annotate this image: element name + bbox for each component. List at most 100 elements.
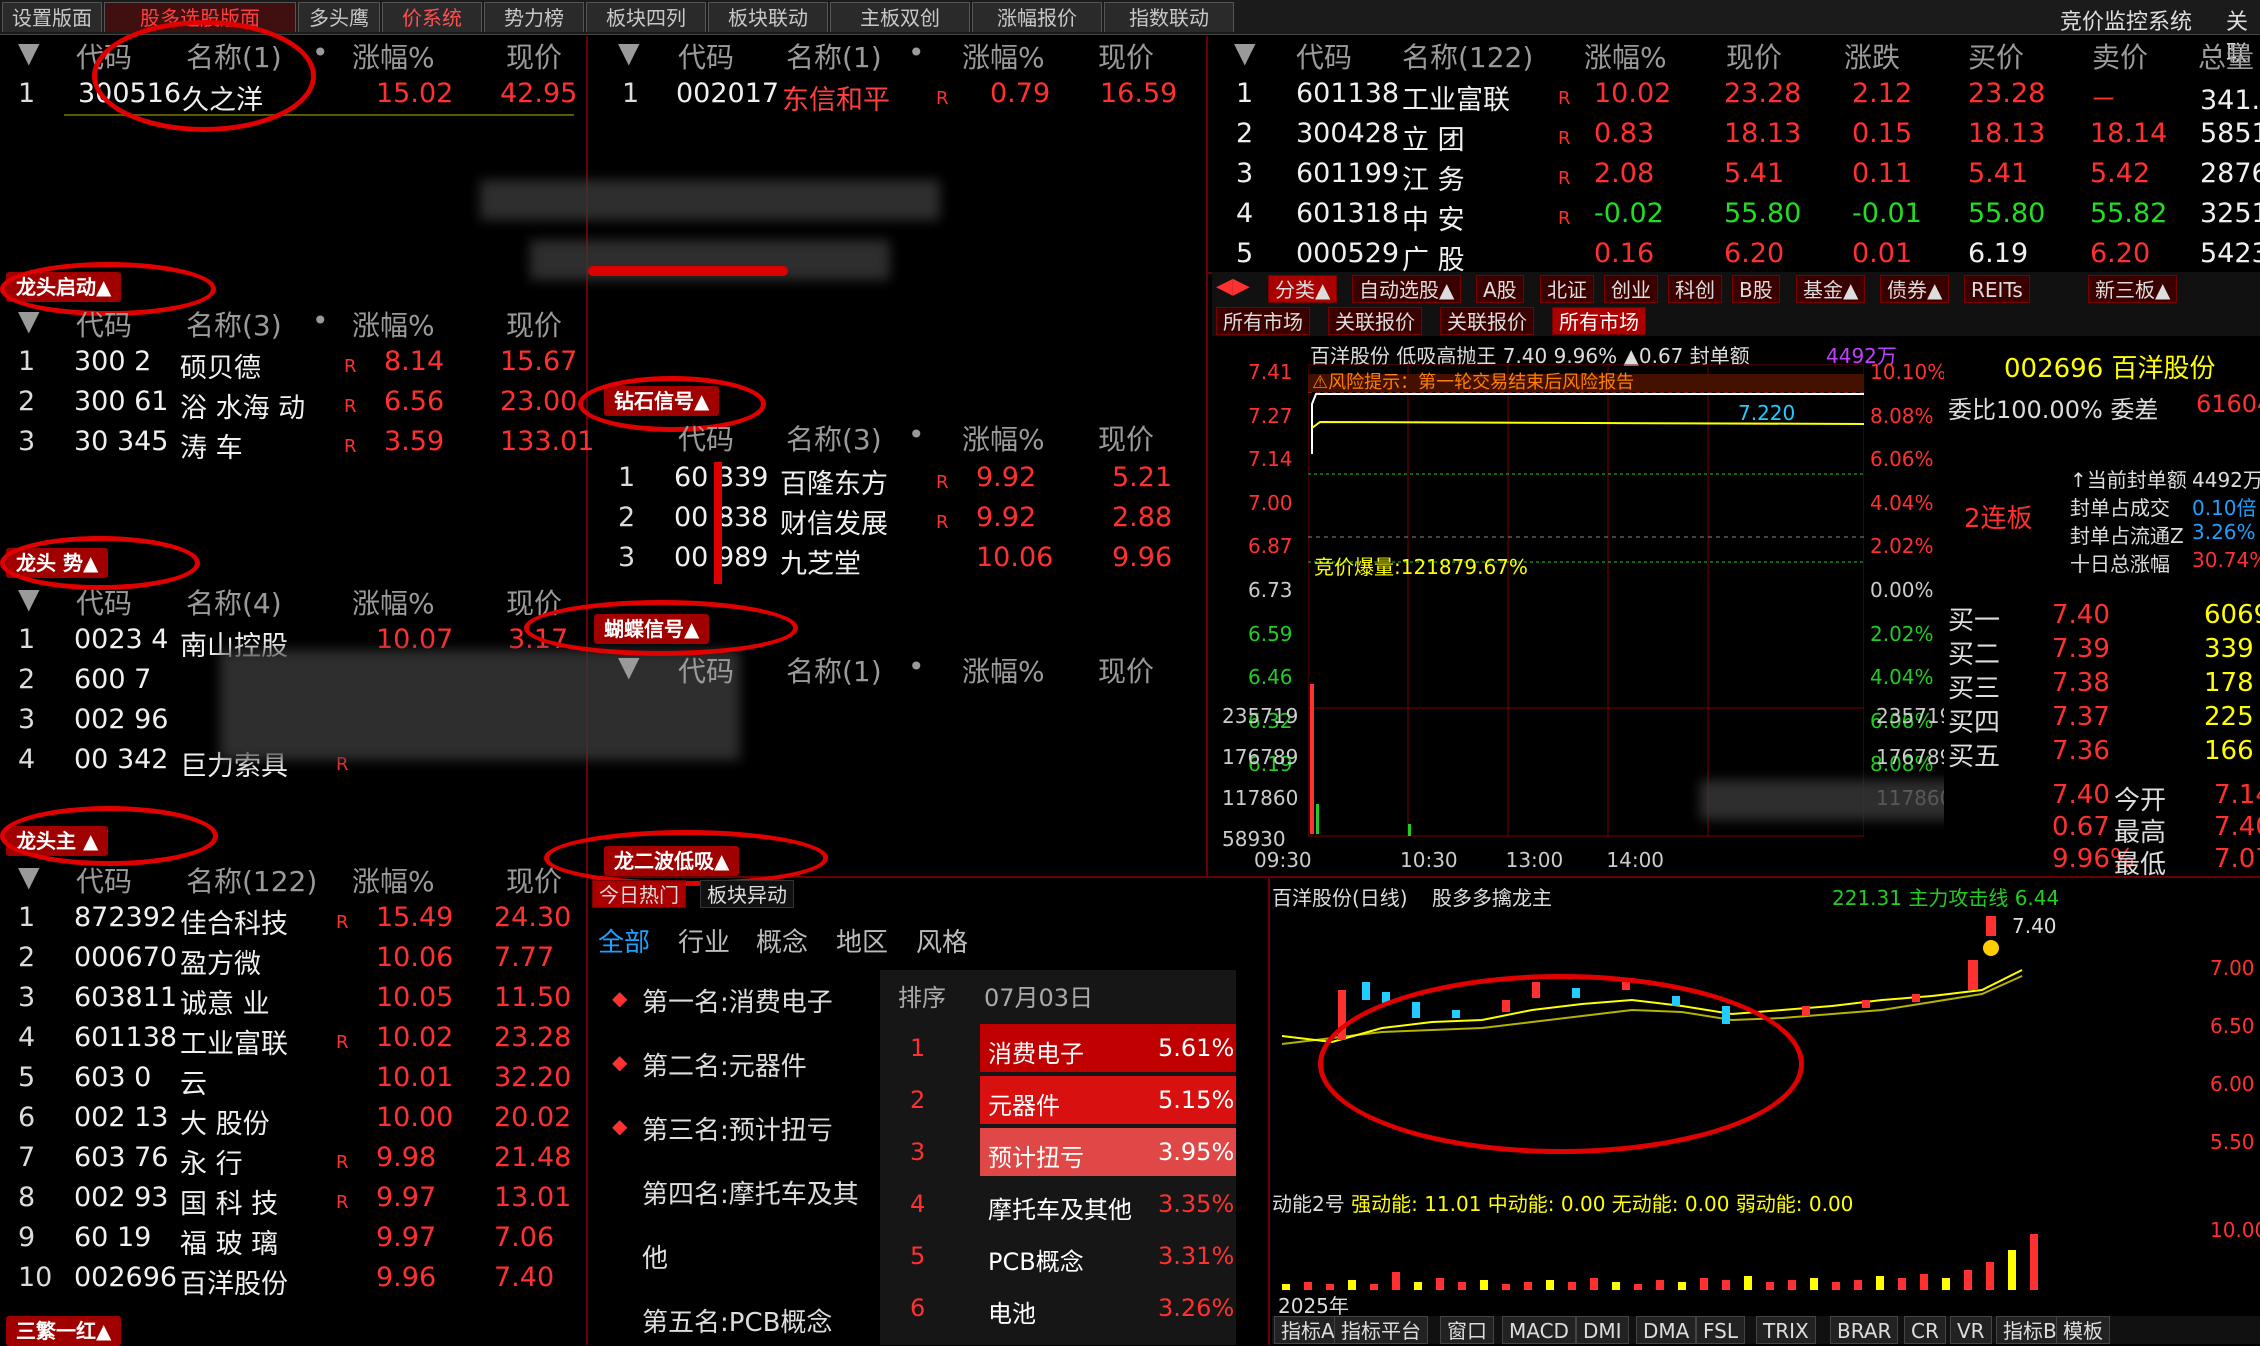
col-chg[interactable]: 涨幅% — [962, 650, 1045, 690]
col-bid[interactable]: 买价 — [1968, 36, 2024, 76]
table-row[interactable]: 1 消费电子 5.61% — [880, 1024, 1236, 1072]
table-row[interactable]: 6 电池 3.26% — [880, 1284, 1236, 1332]
col-ask[interactable]: 卖价 — [2092, 36, 2148, 76]
indicator-tab[interactable]: 指标平台 — [1334, 1316, 1428, 1344]
indicator-tab[interactable]: 窗口 — [1440, 1316, 1494, 1344]
tab-gain-quote[interactable]: 涨幅报价 — [972, 2, 1102, 32]
table-row[interactable]: 2 300428立 团 0.83 18.13 0.15 18.13 18.14 58512 R — [1212, 118, 2260, 156]
col-price[interactable]: 现价 — [506, 304, 562, 344]
col-price[interactable]: 现价 — [1726, 36, 1782, 76]
col-chg[interactable]: 涨幅% — [962, 36, 1045, 76]
col-volume[interactable]: 总量 — [2198, 36, 2254, 76]
indicator-tab[interactable]: FSL — [1696, 1316, 1745, 1344]
col-price[interactable]: 现价 — [1098, 36, 1154, 76]
category-tab[interactable]: 基金▲ — [1796, 275, 1866, 303]
table-row[interactable]: 4 601318中 安 -0.02 55.80 -0.01 55.80 55.82 32510… — [1212, 198, 2260, 236]
tab-sector-link[interactable]: 板块联动 — [708, 2, 828, 32]
category-tab[interactable]: 债券▲ — [1880, 275, 1950, 303]
col-code[interactable]: 代码 — [76, 860, 132, 900]
col-chg[interactable]: 涨幅% — [352, 860, 435, 900]
table-row[interactable]: 1 — [18, 78, 35, 109]
hot-list-item[interactable]: 第一名:消费电子 — [642, 982, 833, 1019]
indicator-tab[interactable]: 指标A — [1274, 1316, 1342, 1344]
table-row[interactable]: 8 002 93 国 科 技 R 9.97 13.01 — [14, 1182, 574, 1220]
table-row[interactable]: 3 603811 诚意 业 10.05 11.50 — [14, 982, 574, 1020]
col-name[interactable]: 名称(3) — [786, 418, 882, 458]
col-price[interactable]: 现价 — [1098, 418, 1154, 458]
table-row[interactable]: 2 000670 盈方微 10.06 7.77 — [14, 942, 574, 980]
col-chg[interactable]: 涨幅% — [352, 304, 435, 344]
filter-all[interactable]: 全部 — [598, 922, 650, 959]
tab-price-system[interactable]: 价系统 — [382, 2, 482, 32]
table-row[interactable]: 4 摩托车及其他 3.35% — [880, 1180, 1236, 1228]
auction-monitor-link[interactable]: 竞价监控系统 — [2060, 4, 2192, 36]
tab-settings[interactable]: 设置版面 — [2, 2, 102, 32]
table-row[interactable]: 10 002696 百洋股份 9.96 7.40 — [14, 1262, 574, 1300]
category-tab[interactable]: 创业 — [1604, 275, 1658, 303]
indicator-tab[interactable]: BRAR — [1830, 1316, 1899, 1344]
table-row[interactable]: 4 601138 工业富联 R 10.02 23.28 — [14, 1022, 574, 1060]
table-row[interactable]: 5000529广 股0.166.200.016.196.2054234 — [1212, 238, 2260, 276]
indicator-tab[interactable]: VR — [1950, 1316, 1992, 1344]
col-code[interactable]: 代码 — [678, 36, 734, 76]
tab-power-rank[interactable]: 势力榜 — [484, 2, 584, 32]
table-row[interactable]: 2 00 838 财信发展 R 9.92 2.88 — [614, 502, 1174, 540]
table-row[interactable]: 9 60 19 福 玻 璃 9.97 7.06 — [14, 1222, 574, 1260]
indicator-tab[interactable]: DMI — [1576, 1316, 1629, 1344]
filter-style[interactable]: 风格 — [916, 922, 968, 959]
tab-sector-four[interactable]: 板块四列 — [586, 2, 706, 32]
table-row[interactable]: 3 预计扭亏 3.95% — [880, 1128, 1236, 1176]
col-chg[interactable]: 涨幅% — [352, 582, 435, 622]
category-tab[interactable]: 自动选股▲ — [1352, 275, 1462, 303]
category-tab[interactable]: 北证 — [1540, 275, 1594, 303]
market-tab[interactable]: 关联报价 — [1440, 307, 1534, 335]
category-tab[interactable]: A股 — [1476, 275, 1524, 303]
col-name[interactable]: 名称(3) — [186, 304, 282, 344]
tab-index-link[interactable]: 指数联动 — [1104, 2, 1234, 32]
category-tab[interactable]: REITs — [1964, 275, 2030, 303]
indicator-tab[interactable]: MACD — [1502, 1316, 1576, 1344]
col-chg[interactable]: 涨幅% — [352, 36, 435, 76]
market-tab[interactable]: 所有市场 — [1552, 307, 1646, 335]
indicator-tab[interactable]: CR — [1904, 1316, 1946, 1344]
table-row[interactable]: 3 30 345 涛 车 R 3.59 133.01 — [14, 426, 594, 464]
col-code[interactable]: 代码 — [76, 304, 132, 344]
market-tab[interactable]: 所有市场 — [1216, 307, 1310, 335]
table-row[interactable]: 6 002 13 大 股份 10.00 20.02 — [14, 1102, 574, 1140]
table-row[interactable]: 1 872392 佳合科技 R 15.49 24.30 — [14, 902, 574, 940]
market-tab[interactable]: 关联报价 — [1328, 307, 1422, 335]
col-chg[interactable]: 涨幅% — [962, 418, 1045, 458]
col-change[interactable]: 涨跌 — [1844, 36, 1900, 76]
col-name[interactable]: 名称(122) — [1402, 36, 1533, 76]
indicator-tab[interactable]: 模板 — [2056, 1316, 2110, 1344]
hot-list-item[interactable]: 第五名:PCB概念 — [642, 1302, 832, 1339]
col-price[interactable]: 现价 — [1098, 650, 1154, 690]
table-row[interactable]: 3 601199江 务 2.08 5.41 0.11 5.41 5.42 287642 R — [1212, 158, 2260, 196]
hot-list-item[interactable]: 他 — [642, 1238, 668, 1275]
sort-arrow-icon[interactable]: ▼ — [18, 36, 40, 69]
tab-sector-change[interactable]: 板块异动 — [700, 880, 794, 908]
filter-industry[interactable]: 行业 — [678, 922, 730, 959]
col-code[interactable]: 代码 — [678, 650, 734, 690]
category-tab[interactable]: B股 — [1732, 275, 1780, 303]
col-code[interactable]: 代码 — [1296, 36, 1352, 76]
filter-concept[interactable]: 概念 — [756, 922, 808, 959]
filter-region[interactable]: 地区 — [836, 922, 888, 959]
col-name[interactable]: 名称(1) — [786, 36, 882, 76]
table-row[interactable]: 1 300 2 硕贝德 R 8.14 15.67 — [14, 346, 577, 384]
daily-kline-chart[interactable]: 百洋股份(日线) 股多多擒龙主 221.31 主力攻击线 6.44 7.40 7… — [1272, 880, 2260, 1345]
category-tab[interactable]: 科创 — [1668, 275, 1722, 303]
col-name[interactable]: 名称(1) — [786, 650, 882, 690]
table-row[interactable]: 1 60 339 百隆东方 R 9.92 5.21 — [614, 462, 1174, 500]
hot-list-item[interactable]: 第二名:元器件 — [642, 1046, 807, 1083]
category-tab[interactable]: 新三板▲ — [2088, 275, 2178, 303]
table-row[interactable]: 5 603 0 云 10.01 32.20 — [14, 1062, 574, 1100]
col-name[interactable]: 名称(4) — [186, 582, 282, 622]
volume-indicator-title[interactable]: 动能2号 — [1272, 1192, 1345, 1216]
table-row[interactable]: 2 元器件 5.15% — [880, 1076, 1236, 1124]
tab-hot-today[interactable]: 今日热门 — [592, 880, 686, 908]
col-chg[interactable]: 涨幅% — [1584, 36, 1667, 76]
scroll-arrows-icon[interactable]: ◀▶ — [1216, 274, 1250, 299]
col-name[interactable]: 名称(122) — [186, 860, 317, 900]
category-tab[interactable]: 分类▲ — [1268, 275, 1338, 303]
